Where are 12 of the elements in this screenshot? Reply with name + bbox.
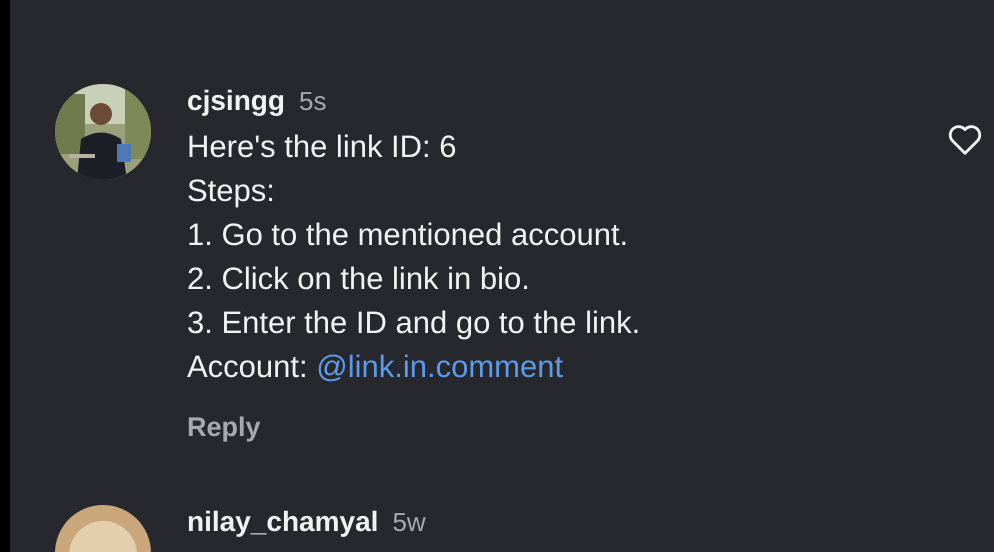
comment-line: Account: @link.in.comment xyxy=(187,348,564,386)
comment-line: 2. Click on the link in bio. xyxy=(187,260,531,298)
comment-line: 3. Enter the ID and go to the link. xyxy=(187,304,642,342)
timestamp: 5w xyxy=(392,507,426,537)
reply-button[interactable]: Reply xyxy=(187,411,261,443)
comment-line: Here's the link ID: 6 xyxy=(187,128,458,166)
comment-line: 1. Go to the mentioned account. xyxy=(187,216,630,254)
username[interactable]: nilay_chamyal xyxy=(187,507,378,537)
comment-line: Steps: xyxy=(187,172,276,210)
username[interactable]: cjsingg xyxy=(187,86,286,116)
timestamp: 5s xyxy=(299,86,326,116)
mention-link[interactable]: @link.in.comment xyxy=(316,349,564,384)
